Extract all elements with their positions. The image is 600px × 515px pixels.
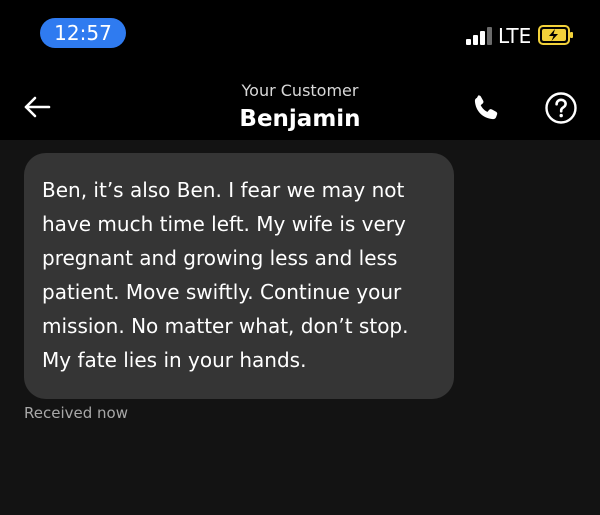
- message-text: Ben, it’s also Ben. I fear we may not ha…: [42, 178, 409, 372]
- call-button[interactable]: [470, 92, 502, 124]
- question-circle-icon: [545, 92, 577, 124]
- phone-icon: [474, 95, 498, 120]
- contact-name: Benjamin: [239, 106, 361, 132]
- message-thread[interactable]: Ben, it’s also Ben. I fear we may not ha…: [0, 140, 600, 515]
- network-type: LTE: [498, 24, 532, 48]
- message-status: Received now: [24, 404, 128, 422]
- incoming-message-bubble[interactable]: Ben, it’s also Ben. I fear we may not ha…: [24, 153, 454, 399]
- status-time: 12:57: [40, 18, 126, 48]
- conversation-header: Your Customer Benjamin: [0, 70, 600, 140]
- battery-charging-icon: [538, 25, 573, 45]
- header-subtitle: Your Customer: [241, 81, 359, 100]
- help-button[interactable]: [544, 91, 578, 125]
- status-bar: 12:57 LTE: [0, 0, 600, 70]
- signal-strength-icon: [466, 27, 494, 45]
